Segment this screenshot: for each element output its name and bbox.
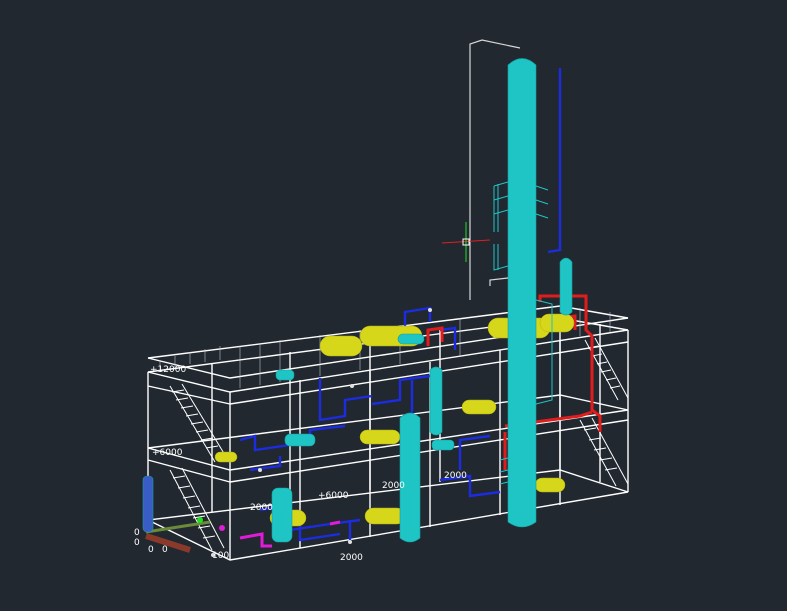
elevation-label: 2000 — [444, 471, 467, 481]
ucs-icon — [441, 222, 491, 262]
elevation-label: 2000 — [340, 553, 363, 563]
distillation-column — [507, 58, 537, 528]
small-label: 100 — [212, 551, 229, 561]
small-unit-1 — [275, 369, 295, 381]
heat-exchanger-2 — [397, 333, 425, 345]
elevation-label: +6000 — [152, 448, 183, 458]
left-pump-vessel — [142, 475, 154, 533]
elevation-label: +12000 — [150, 365, 186, 375]
small-label: 0 — [162, 545, 168, 555]
elevation-label: 2000 — [250, 503, 273, 513]
small-label: 0 — [134, 528, 140, 538]
mid-drum-left — [214, 451, 238, 463]
mid-drum-2 — [461, 399, 497, 415]
low-drum-3 — [534, 477, 566, 493]
small-label: 0 — [148, 545, 154, 555]
top-drum-4 — [539, 313, 575, 333]
elevation-label: +6000 — [318, 491, 349, 501]
small-unit-2 — [431, 439, 455, 451]
cyan-equipment — [142, 58, 573, 543]
elevation-label: 2000 — [382, 481, 405, 491]
small-label: 0 — [134, 538, 140, 548]
mid-drum-1 — [359, 429, 401, 445]
low-vertical-vessel — [271, 487, 293, 543]
cad-3d-viewport[interactable]: +12000 +6000 2000 +6000 2000 2000 2000 0… — [0, 0, 787, 611]
vertical-vessel-2 — [399, 412, 421, 543]
vertical-vessel-3 — [429, 366, 443, 436]
reflux-drum-vertical — [559, 257, 573, 316]
plant-model-drawing: +12000 +6000 2000 +6000 2000 2000 2000 0… — [134, 39, 629, 563]
low-drum-2 — [364, 507, 406, 525]
stair-right — [579, 337, 629, 487]
heat-exchanger-1 — [284, 433, 316, 447]
top-drum-1 — [319, 335, 363, 357]
